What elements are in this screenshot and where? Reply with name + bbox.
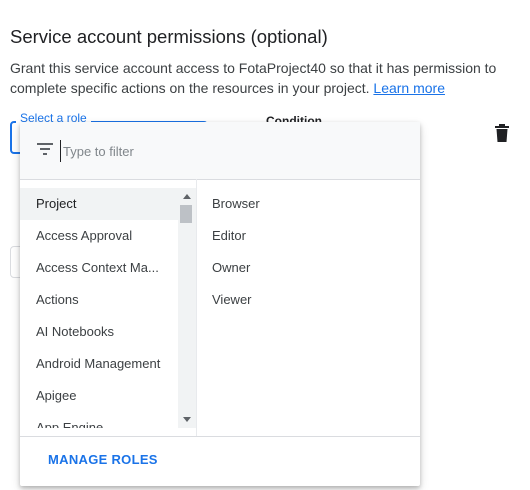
category-item-actions[interactable]: Actions [20, 284, 178, 316]
learn-more-link[interactable]: Learn more [373, 80, 445, 96]
category-scrollbar[interactable] [178, 188, 196, 428]
filter-bar [20, 122, 420, 180]
role-list: Browser Editor Owner Viewer [196, 188, 420, 316]
filter-input[interactable] [60, 140, 365, 162]
role-item-editor[interactable]: Editor [196, 220, 420, 252]
category-item-project[interactable]: Project [20, 188, 178, 220]
category-item-ai-notebooks[interactable]: AI Notebooks [20, 316, 178, 348]
role-item-viewer[interactable]: Viewer [196, 284, 420, 316]
role-item-browser[interactable]: Browser [196, 188, 420, 220]
category-item-app-engine[interactable]: App Engine [20, 412, 178, 428]
scroll-down-arrow-icon[interactable] [183, 417, 191, 422]
filter-icon [37, 143, 53, 155]
category-item-apigee[interactable]: Apigee [20, 380, 178, 412]
category-item-access-context-manager[interactable]: Access Context Ma... [20, 252, 178, 284]
role-dropdown: Project Access Approval Access Context M… [20, 122, 420, 486]
scroll-thumb[interactable] [180, 205, 192, 223]
manage-roles-button[interactable]: MANAGE ROLES [48, 452, 158, 467]
page-title: Service account permissions (optional) [10, 26, 328, 47]
trash-icon[interactable] [494, 124, 510, 142]
category-item-android-management[interactable]: Android Management [20, 348, 178, 380]
category-list: Project Access Approval Access Context M… [20, 188, 178, 428]
category-item-access-approval[interactable]: Access Approval [20, 220, 178, 252]
role-item-owner[interactable]: Owner [196, 252, 420, 284]
section-description: Grant this service account access to Fot… [10, 58, 528, 98]
scroll-up-arrow-icon[interactable] [183, 194, 191, 199]
footer-divider [20, 436, 420, 437]
